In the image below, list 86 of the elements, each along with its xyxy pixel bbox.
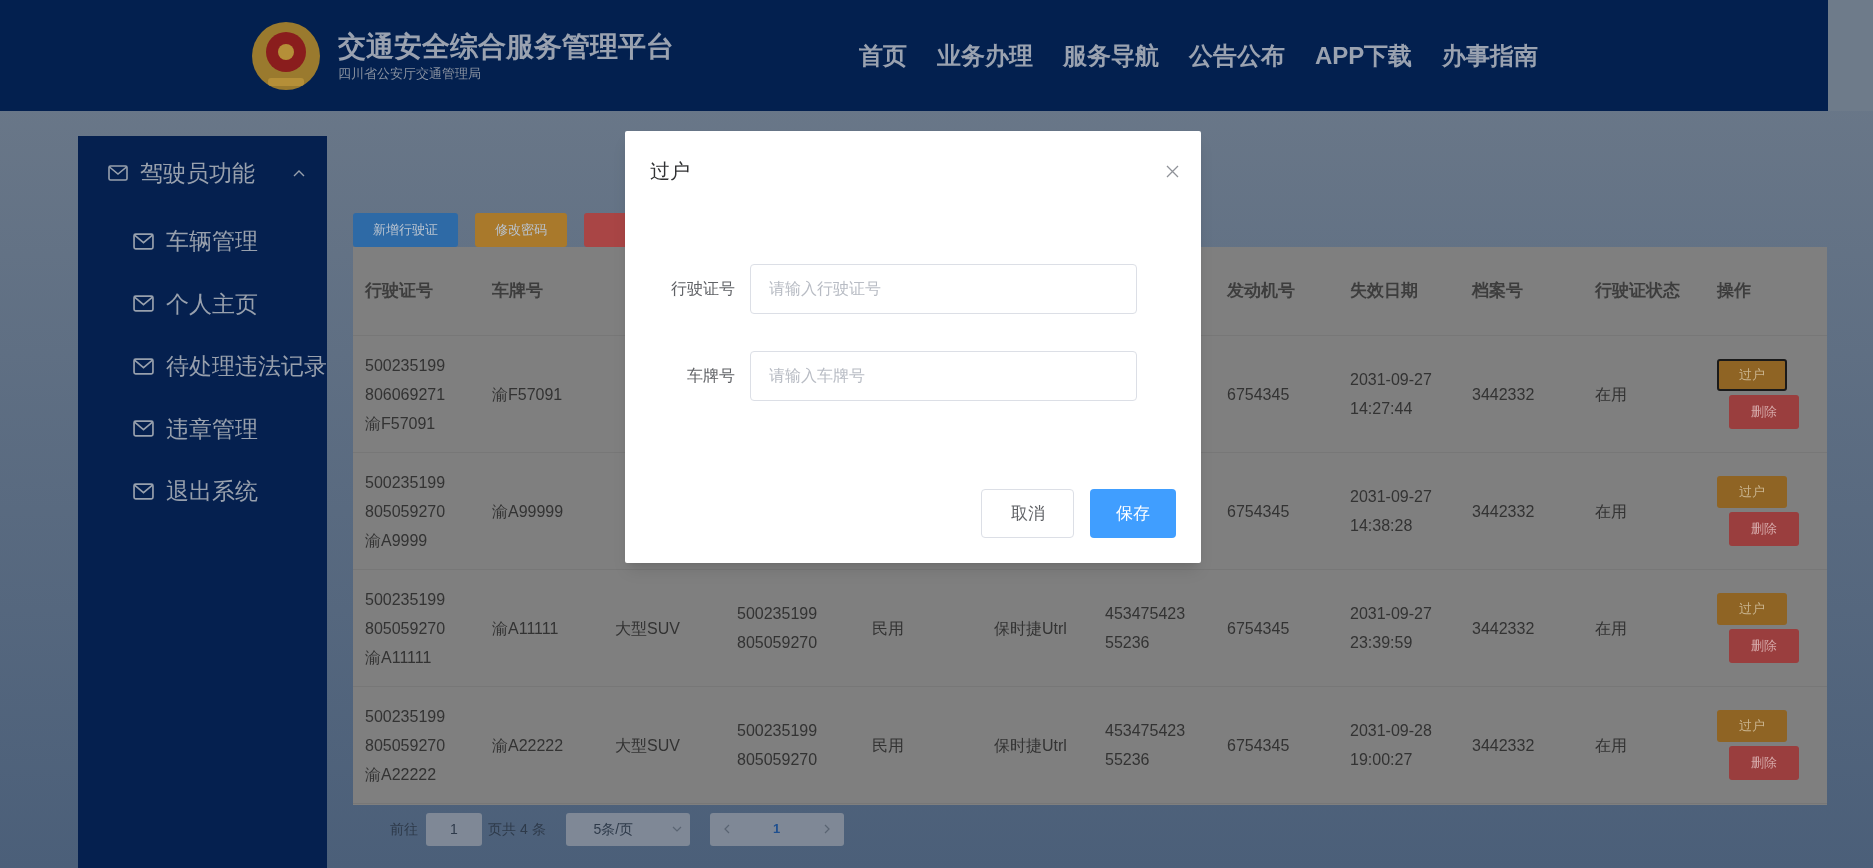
dialog-button[interactable]: 取消	[981, 489, 1074, 538]
column-header: 失效日期	[1350, 281, 1418, 301]
delete-button[interactable]: 删除	[1729, 395, 1799, 429]
table-cell-text: 在用	[1595, 735, 1628, 756]
column-header: 行驶证状态	[1595, 281, 1680, 301]
sidebar-item[interactable]: 个人主页	[78, 272, 327, 335]
nav-link[interactable]: 办事指南	[1442, 37, 1539, 74]
transfer-button[interactable]: 过户	[1717, 476, 1787, 508]
sidebar-group[interactable]: 驾驶员功能	[78, 136, 327, 210]
delete-button[interactable]: 删除	[1729, 629, 1799, 663]
delete-button[interactable]: 删除	[1729, 746, 1799, 780]
table-cell-text: 500235199805059270渝A9999	[365, 472, 447, 551]
site-title: 交通安全综合服务管理平台	[338, 29, 674, 64]
toolbar-button[interactable]: 修改密码	[475, 213, 567, 247]
table-cell-text: 6754345	[1227, 618, 1291, 639]
table-cell-text: 2031-09-27 14:27:44	[1350, 370, 1433, 419]
table-cell-text: 在用	[1595, 384, 1628, 405]
transfer-button[interactable]: 过户	[1717, 359, 1787, 391]
table-cell-text: 3442332	[1472, 384, 1536, 405]
nav-link[interactable]: 公告公布	[1189, 37, 1285, 74]
chevron-down-icon	[671, 826, 682, 832]
table-cell-text: 2031-09-27 23:39:59	[1350, 604, 1433, 653]
nav-link[interactable]: APP下载	[1315, 37, 1413, 74]
table-cell-text: 在用	[1595, 618, 1628, 639]
nav-link[interactable]: 服务导航	[1063, 37, 1159, 74]
table-cell-text: 渝A11111	[492, 618, 560, 639]
sidebar-item[interactable]: 待处理违法记录	[78, 335, 327, 398]
sidebar-item[interactable]: 违章管理	[78, 397, 327, 460]
table-cell-text: 民用	[872, 618, 905, 639]
table-cell-text: 大型SUV	[615, 735, 681, 756]
mail-icon	[108, 165, 128, 181]
previous-page-icon[interactable]	[723, 824, 730, 834]
field-label: 行驶证号	[670, 279, 735, 299]
table-cell-text: 渝A99999	[492, 501, 565, 522]
table-cell-text: 500235199805059270	[737, 721, 819, 770]
delete-button[interactable]: 删除	[1729, 512, 1799, 546]
dialog-title: 过户	[650, 159, 690, 184]
column-header: 操作	[1717, 281, 1751, 301]
table-cell-text: 渝A22222	[492, 735, 565, 756]
next-page-icon[interactable]	[823, 824, 830, 834]
table-cell-text: 45347542355236	[1105, 721, 1187, 770]
sidebar-item[interactable]: 车辆管理	[78, 210, 327, 273]
nav-link[interactable]: 业务办理	[937, 37, 1033, 74]
toolbar-button[interactable]: 新增行驶证	[353, 213, 458, 247]
table-cell-text: 2031-09-27 14:38:28	[1350, 487, 1433, 536]
page-size-select[interactable]: 5条/页	[565, 812, 690, 846]
table-cell-text: 3442332	[1472, 735, 1536, 756]
table-cell-text: 500235199805059270渝A22222	[365, 706, 447, 785]
mail-icon	[133, 232, 154, 250]
table-cell-text: 45347542355236	[1105, 604, 1187, 653]
table-cell-text: 3442332	[1472, 618, 1536, 639]
mail-icon	[133, 295, 154, 313]
field-label: 车牌号	[686, 366, 735, 386]
mail-icon	[133, 420, 154, 438]
sidebar-item[interactable]: 退出系统	[78, 460, 327, 523]
table-cell-text: 6754345	[1227, 384, 1291, 405]
table-cell-text: 500235199805059270渝A11111	[365, 589, 447, 668]
input-field[interactable]: 请输入车牌号	[750, 351, 1137, 401]
table-cell-text: 在用	[1595, 501, 1628, 522]
mail-icon	[133, 357, 154, 375]
column-header: 行驶证号	[365, 281, 433, 301]
table-cell-text: 渝F57091	[492, 384, 564, 405]
input-field[interactable]: 请输入行驶证号	[750, 264, 1137, 314]
nav-link[interactable]: 首页	[859, 37, 907, 74]
table-cell-text: 保时捷Utrl	[994, 735, 1068, 756]
site-subtitle: 四川省公安厅交通管理局	[338, 64, 482, 83]
table-cell-text: 大型SUV	[615, 618, 681, 639]
column-header: 发动机号	[1227, 281, 1295, 301]
page-input[interactable]: 1	[426, 812, 482, 846]
chevron-up-icon	[293, 169, 305, 177]
column-header: 车牌号	[492, 281, 543, 301]
table-cell-text: 6754345	[1227, 735, 1291, 756]
column-header: 档案号	[1472, 281, 1523, 301]
mail-icon	[133, 482, 154, 500]
transfer-button[interactable]: 过户	[1717, 593, 1787, 625]
table-cell-text: 3442332	[1472, 501, 1536, 522]
table-cell-text: 2031-09-28 19:00:27	[1350, 721, 1433, 770]
table-cell-text: 500235199805059270	[737, 604, 819, 653]
table-cell-text: 500235199806069271渝F57091	[365, 355, 447, 434]
close-icon[interactable]	[1166, 164, 1179, 178]
page-number[interactable]: 1	[772, 819, 781, 839]
table-cell-text: 民用	[872, 735, 905, 756]
transfer-button[interactable]: 过户	[1717, 710, 1787, 742]
table-cell-text: 保时捷Utrl	[994, 618, 1068, 639]
table-cell-text: 6754345	[1227, 501, 1291, 522]
dialog-button[interactable]: 保存	[1090, 489, 1176, 538]
